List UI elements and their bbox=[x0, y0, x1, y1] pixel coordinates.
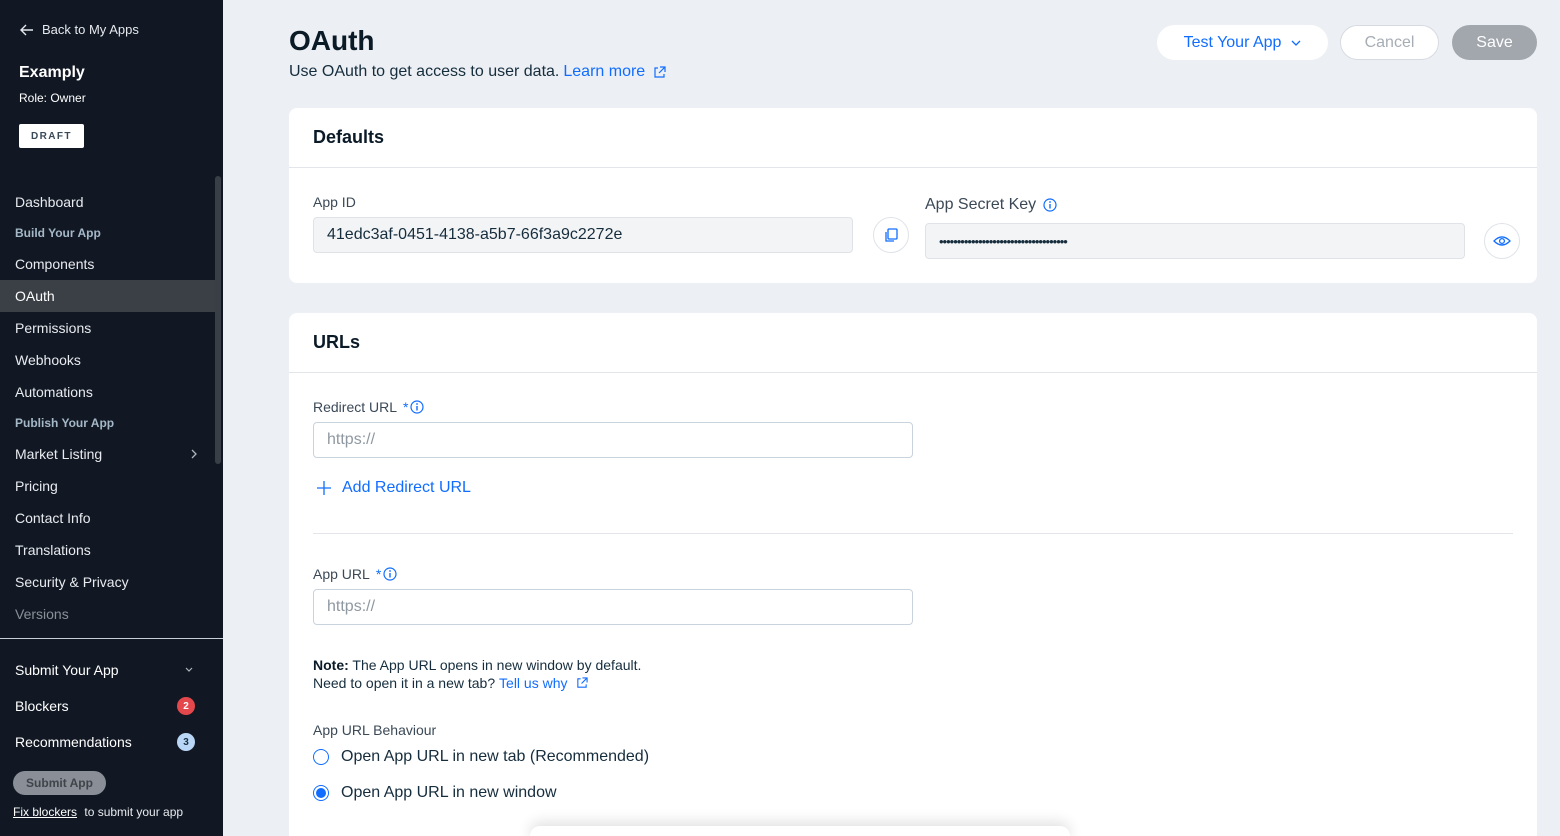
radio-option-new-tab[interactable]: Open App URL in new tab (Recommended) bbox=[313, 748, 649, 766]
note-bold: Note: bbox=[313, 657, 349, 673]
submit-your-app-label: Submit Your App bbox=[15, 662, 119, 678]
learn-more-label: Learn more bbox=[563, 63, 646, 80]
app-secret-key-label-text: App Secret Key bbox=[925, 196, 1037, 213]
external-link-icon bbox=[576, 677, 588, 688]
subtitle-text: Use OAuth to get access to user data. bbox=[289, 63, 560, 80]
app-role: Role: Owner bbox=[19, 91, 86, 105]
submit-app-button[interactable]: Submit App bbox=[13, 771, 106, 795]
redirect-url-input[interactable]: https:// bbox=[313, 422, 913, 458]
page-subtitle: Use OAuth to get access to user data. Le… bbox=[289, 63, 666, 81]
arrow-left-icon bbox=[20, 24, 33, 35]
app-id-label: App ID bbox=[313, 194, 356, 210]
sidebar-item-automations[interactable]: Automations bbox=[0, 376, 215, 408]
plus-icon bbox=[317, 481, 331, 495]
sidebar-item-security-privacy[interactable]: Security & Privacy bbox=[0, 566, 215, 598]
blockers-count-badge: 2 bbox=[177, 697, 195, 715]
back-to-apps-link[interactable]: Back to My Apps bbox=[20, 22, 139, 37]
note-text: The App URL opens in new window by defau… bbox=[352, 657, 642, 673]
fix-blockers-suffix: to submit your app bbox=[84, 805, 184, 819]
sidebar-scrollbar[interactable] bbox=[215, 176, 221, 464]
urls-card-title: URLs bbox=[289, 313, 1537, 373]
recommendations-item[interactable]: Recommendations 3 bbox=[0, 726, 215, 758]
test-your-app-label: Test Your App bbox=[1183, 33, 1282, 51]
app-url-behaviour-label-text: App URL Behaviour bbox=[313, 722, 437, 738]
redirect-url-label-text: Redirect URL bbox=[313, 399, 398, 415]
radio-button[interactable] bbox=[313, 749, 329, 765]
info-icon[interactable] bbox=[410, 400, 425, 414]
required-marker: * bbox=[403, 399, 409, 415]
note-line2: Need to open it in a new tab? bbox=[313, 675, 496, 691]
recommendations-label: Recommendations bbox=[15, 734, 132, 750]
sidebar-item-contact-info[interactable]: Contact Info bbox=[0, 502, 215, 534]
floating-bar-edge bbox=[530, 826, 1070, 836]
app-secret-key-label: App Secret Key bbox=[925, 196, 1057, 214]
add-redirect-url-label: Add Redirect URL bbox=[342, 479, 471, 496]
page-title: OAuth bbox=[289, 25, 375, 56]
sidebar: Back to My Apps Examply Role: Owner DRAF… bbox=[0, 0, 223, 836]
app-url-note: Note: The App URL opens in new window by… bbox=[313, 656, 641, 692]
sidebar-item-permissions[interactable]: Permissions bbox=[0, 312, 215, 344]
fix-blockers-note: Fix blockers to submit your app bbox=[13, 805, 183, 819]
app-url-label-text: App URL bbox=[313, 566, 370, 582]
section-build-your-app: Build Your App bbox=[15, 226, 101, 240]
sidebar-item-webhooks[interactable]: Webhooks bbox=[0, 344, 215, 376]
defaults-card: Defaults App ID 41edc3af-0451-4138-a5b7-… bbox=[289, 108, 1537, 283]
section-publish-your-app: Publish Your App bbox=[15, 416, 115, 430]
app-url-behaviour-label: App URL Behaviour bbox=[313, 722, 436, 738]
info-icon[interactable] bbox=[1043, 198, 1057, 212]
sidebar-item-label: Market Listing bbox=[15, 446, 103, 462]
tell-us-why-label: Tell us why bbox=[499, 675, 568, 691]
copy-icon bbox=[885, 228, 898, 242]
sidebar-item-pricing[interactable]: Pricing bbox=[0, 470, 215, 502]
chevron-right-icon bbox=[191, 449, 197, 459]
eye-icon bbox=[1493, 236, 1511, 246]
info-icon[interactable] bbox=[383, 567, 397, 581]
sidebar-item-versions[interactable]: Versions bbox=[0, 598, 215, 630]
blockers-label: Blockers bbox=[15, 698, 69, 714]
recommendations-count-badge: 3 bbox=[177, 733, 195, 751]
redirect-url-label: Redirect URL * bbox=[313, 399, 425, 415]
sidebar-item-translations[interactable]: Translations bbox=[0, 534, 215, 566]
radio-option-new-window[interactable]: Open App URL in new window bbox=[313, 784, 557, 802]
defaults-card-title: Defaults bbox=[289, 108, 1537, 168]
show-secret-button[interactable] bbox=[1484, 223, 1520, 259]
chevron-down-icon bbox=[1291, 40, 1301, 46]
submit-your-app-toggle[interactable]: Submit Your App bbox=[0, 654, 215, 686]
blockers-item[interactable]: Blockers 2 bbox=[0, 690, 215, 722]
sidebar-item-components[interactable]: Components bbox=[0, 248, 215, 280]
sidebar-item-market-listing[interactable]: Market Listing bbox=[0, 438, 215, 470]
status-badge: DRAFT bbox=[19, 124, 84, 148]
learn-more-link[interactable]: Learn more bbox=[563, 63, 666, 81]
sidebar-item-dashboard[interactable]: Dashboard bbox=[0, 186, 215, 218]
sidebar-nav: Dashboard Build Your App Components OAut… bbox=[0, 186, 215, 630]
app-url-input[interactable]: https:// bbox=[313, 589, 913, 625]
radio-option-label: Open App URL in new window bbox=[341, 784, 557, 801]
chevron-down-icon bbox=[185, 667, 193, 672]
app-id-label-text: App ID bbox=[313, 194, 356, 210]
required-marker: * bbox=[375, 566, 382, 582]
external-link-icon bbox=[654, 65, 666, 78]
sidebar-divider bbox=[0, 638, 223, 639]
save-button[interactable]: Save bbox=[1452, 25, 1537, 60]
radio-option-label: Open App URL in new tab (Recommended) bbox=[341, 748, 650, 765]
sidebar-item-oauth[interactable]: OAuth bbox=[0, 280, 215, 312]
section-divider bbox=[313, 533, 1513, 534]
app-id-field[interactable]: 41edc3af-0451-4138-a5b7-66f3a9c2272e bbox=[313, 217, 853, 253]
fix-blockers-link[interactable]: Fix blockers bbox=[13, 805, 77, 819]
tell-us-why-link[interactable]: Tell us why bbox=[499, 674, 588, 692]
radio-button-selected[interactable] bbox=[313, 785, 329, 801]
app-name: Examply bbox=[19, 64, 85, 81]
urls-card: URLs Redirect URL * https:// Add Redirec… bbox=[289, 313, 1537, 836]
test-your-app-button[interactable]: Test Your App bbox=[1157, 25, 1328, 60]
app-url-label: App URL * bbox=[313, 566, 397, 582]
add-redirect-url-button[interactable]: Add Redirect URL bbox=[317, 479, 471, 497]
copy-app-id-button[interactable] bbox=[873, 217, 909, 253]
app-secret-key-field[interactable]: •••••••••••••••••••••••••••••••••••• bbox=[925, 223, 1465, 259]
back-label: Back to My Apps bbox=[42, 22, 139, 37]
cancel-button[interactable]: Cancel bbox=[1340, 25, 1439, 60]
